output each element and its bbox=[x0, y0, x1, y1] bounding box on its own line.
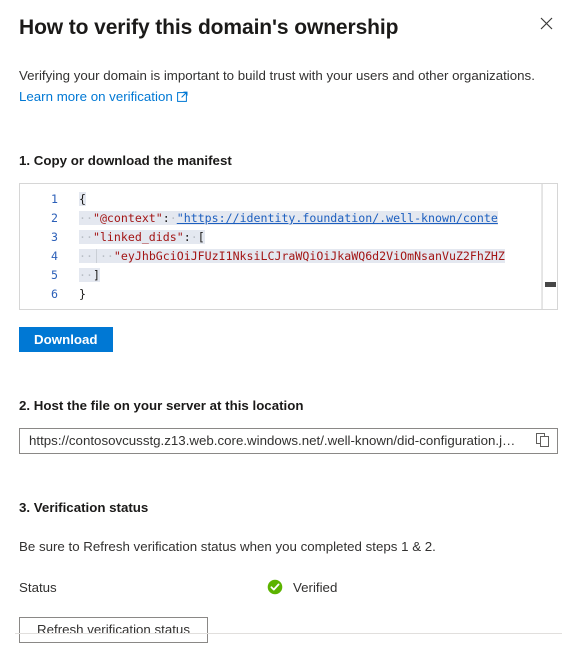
step-2-title: 2. Host the file on your server at this … bbox=[19, 398, 304, 413]
intro-text: Verifying your domain is important to bu… bbox=[19, 68, 535, 83]
code-line-text: ··"@context":·"https://identity.foundati… bbox=[79, 211, 498, 225]
status-label: Status bbox=[19, 579, 57, 595]
step-3-note: Be sure to Refresh verification status w… bbox=[19, 539, 436, 554]
step-3-section: 3. Verification status Be sure to Refres… bbox=[0, 499, 577, 643]
code-line-text: ··│··"eyJhbGciOiJFUzI1NksiLCJraWQiOiJkaW… bbox=[79, 249, 505, 263]
code-line: 6 } bbox=[20, 285, 557, 304]
close-button[interactable] bbox=[529, 6, 563, 40]
host-url-value: https://contosovcusstg.z13.web.core.wind… bbox=[29, 433, 524, 448]
code-token: ] bbox=[92, 268, 100, 282]
code-token: { bbox=[79, 192, 86, 206]
copy-icon bbox=[536, 432, 550, 450]
line-number: 2 bbox=[51, 211, 58, 225]
line-number: 4 bbox=[51, 249, 58, 263]
code-line-text: { bbox=[67, 190, 557, 209]
code-line-text: ··"linked_dids":·[ bbox=[79, 230, 205, 244]
status-badge: Verified bbox=[267, 578, 337, 597]
line-number: 1 bbox=[51, 192, 58, 206]
line-number: 3 bbox=[51, 230, 58, 244]
code-token: "@context" bbox=[92, 211, 163, 225]
step-2-section: 2. Host the file on your server at this … bbox=[0, 397, 577, 454]
code-line: 4 ··│··"eyJhbGciOiJFUzI1NksiLCJraWQiOiJk… bbox=[20, 247, 557, 266]
status-value: Verified bbox=[293, 579, 338, 595]
code-line-text: ··] bbox=[79, 268, 100, 282]
panel-header: How to verify this domain's ownership bbox=[0, 0, 577, 44]
scrollbar-thumb[interactable] bbox=[545, 282, 556, 287]
refresh-verification-status-button[interactable]: Refresh verification status bbox=[19, 617, 208, 643]
step-3-title: 3. Verification status bbox=[19, 500, 149, 515]
step-1-section: 1. Copy or download the manifest 1 { 2 ·… bbox=[0, 152, 577, 352]
code-line-text: } bbox=[67, 285, 557, 304]
intro-block: Verifying your domain is important to bu… bbox=[0, 66, 577, 107]
host-url-field[interactable]: https://contosovcusstg.z13.web.core.wind… bbox=[19, 428, 558, 454]
code-token: } bbox=[79, 287, 86, 301]
code-line: 3 ··"linked_dids":·[ bbox=[20, 228, 557, 247]
step-1-title: 1. Copy or download the manifest bbox=[19, 153, 232, 168]
code-token: "eyJhbGciOiJFUzI1NksiLCJraWQiOiJkaWQ6d2V… bbox=[113, 249, 505, 263]
close-icon bbox=[540, 17, 553, 30]
manifest-code-editor[interactable]: 1 { 2 ··"@context":·"https://identity.fo… bbox=[19, 183, 558, 310]
external-link-icon bbox=[176, 88, 188, 107]
page-title: How to verify this domain's ownership bbox=[19, 16, 399, 39]
learn-more-label: Learn more on verification bbox=[19, 89, 173, 104]
verified-check-icon bbox=[267, 579, 283, 595]
editor-vertical-scrollbar[interactable] bbox=[542, 184, 557, 309]
code-line: 1 { bbox=[20, 190, 557, 209]
line-number: 6 bbox=[51, 287, 58, 301]
code-line: 2 ··"@context":·"https://identity.founda… bbox=[20, 209, 557, 228]
download-button[interactable]: Download bbox=[19, 327, 113, 352]
line-number: 5 bbox=[51, 268, 58, 282]
code-line: 5 ··] bbox=[20, 266, 557, 285]
footer-divider bbox=[15, 633, 562, 634]
code-token: "linked_dids" bbox=[92, 230, 184, 244]
status-row: Status Verified bbox=[19, 577, 558, 597]
copy-url-button[interactable] bbox=[529, 429, 557, 453]
code-token: "https://identity.foundation/.well-known… bbox=[176, 211, 498, 225]
learn-more-link[interactable]: Learn more on verification bbox=[19, 87, 188, 107]
